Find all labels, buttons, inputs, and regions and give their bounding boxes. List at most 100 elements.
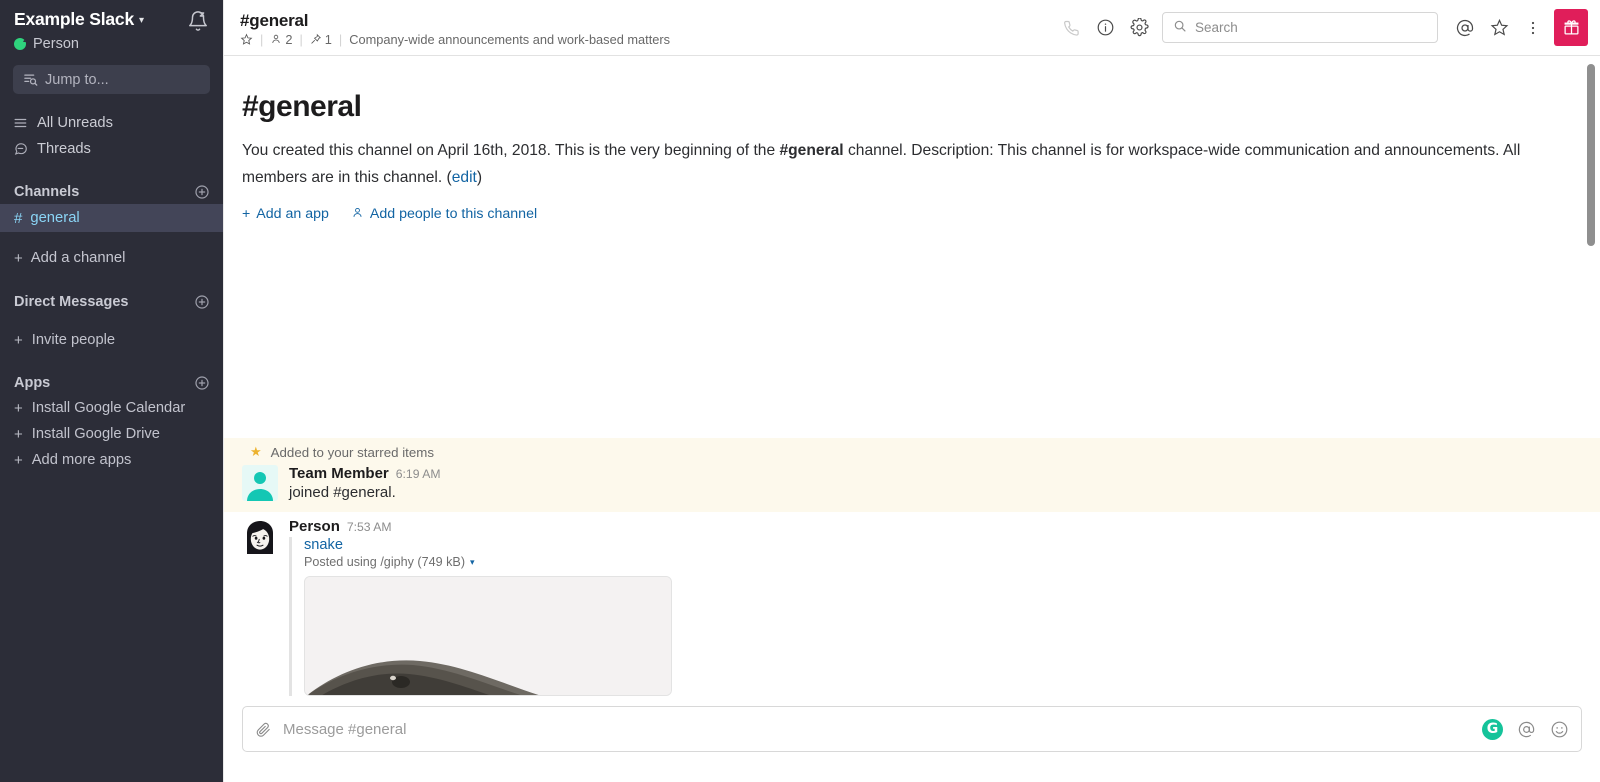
slack-app-window: Example Slack ▾ Person Ju: [0, 0, 1600, 782]
workspace-name: Example Slack: [14, 9, 134, 29]
attachment-title[interactable]: snake: [304, 537, 1580, 553]
add-an-app-button[interactable]: + Add an app: [242, 206, 329, 222]
apps-title: Apps: [14, 375, 51, 391]
sidebar-item-label: Threads: [37, 141, 91, 157]
channel-topbar: #general | 2 | 1 | Company-wide announce…: [224, 0, 1600, 56]
hash-icon: #: [14, 209, 23, 227]
sidebar-channel-general[interactable]: # general: [0, 204, 223, 232]
scrollbar-thumb[interactable]: [1587, 64, 1595, 246]
message-item[interactable]: Team Member 6:19 AM joined #general.: [224, 464, 1600, 504]
bell-snooze-icon[interactable]: [187, 10, 209, 32]
search-icon: [1173, 19, 1187, 36]
info-circle-icon[interactable]: [1088, 11, 1122, 45]
workspace-name-button[interactable]: Example Slack ▾: [14, 9, 144, 30]
channel-intro-text: You created this channel on April 16th, …: [242, 138, 1532, 192]
channel-title: #general: [240, 10, 309, 30]
message-input[interactable]: [273, 720, 1474, 738]
sidebar-invite-people[interactable]: + Invite people: [0, 327, 223, 353]
app-item-label: Add more apps: [31, 452, 132, 468]
add-an-app-label: Add an app: [256, 206, 329, 223]
message-timestamp: 6:19 AM: [395, 467, 441, 482]
channel-topic[interactable]: Company-wide announcements and work-base…: [349, 32, 670, 47]
search-input[interactable]: Search: [1162, 12, 1438, 43]
meta-divider: |: [260, 31, 264, 47]
message-body: Person 7:53 AM snake Posted using /giphy…: [289, 518, 1580, 696]
add-people-button[interactable]: Add people to this channel: [351, 206, 537, 223]
smiley-icon[interactable]: [1550, 720, 1569, 739]
at-icon[interactable]: [1448, 11, 1482, 45]
pin-icon: [311, 33, 321, 44]
meta-divider: |: [338, 31, 343, 47]
caret-down-icon[interactable]: ▾: [470, 557, 475, 568]
starred-notice: ★ Added to your starred items: [224, 444, 1600, 464]
plus-icon: +: [14, 249, 23, 267]
sidebar-add-channel[interactable]: + Add a channel: [0, 244, 223, 272]
person-add-icon: [351, 206, 364, 223]
current-user-name: Person: [33, 36, 79, 52]
edit-description-link[interactable]: edit: [452, 169, 477, 186]
message-author[interactable]: Person: [289, 518, 340, 535]
paperclip-icon[interactable]: [255, 721, 273, 738]
members-count: 2: [285, 31, 293, 47]
pinned-count-button[interactable]: 1: [310, 32, 332, 47]
attachment-image[interactable]: [304, 576, 672, 696]
message-header: Person 7:53 AM: [289, 518, 1580, 535]
channel-intro: #general You created this channel on Apr…: [224, 56, 1600, 223]
starred-notice-label: Added to your starred items: [270, 444, 434, 460]
message-item[interactable]: Person 7:53 AM snake Posted using /giphy…: [224, 512, 1600, 696]
phone-icon[interactable]: [1054, 11, 1088, 45]
chevron-down-icon: ▾: [138, 15, 145, 26]
message-composer[interactable]: G: [242, 706, 1582, 752]
channels-title: Channels: [14, 184, 80, 200]
starred-items-icon[interactable]: [1482, 11, 1516, 45]
avatar[interactable]: [242, 465, 278, 502]
app-item-label: Install Google Drive: [31, 426, 160, 442]
add-channel-label: Add a channel: [30, 250, 126, 266]
sidebar-add-more-apps[interactable]: + Add more apps: [0, 447, 223, 473]
composer-icons: G: [1474, 718, 1569, 740]
gear-icon[interactable]: [1122, 11, 1156, 45]
sidebar: Example Slack ▾ Person Ju: [0, 0, 223, 782]
search-placeholder: Search: [1195, 20, 1238, 35]
plus-circle-icon[interactable]: [194, 184, 210, 200]
message-author[interactable]: Team Member: [289, 465, 389, 482]
sidebar-item-label: All Unreads: [37, 115, 113, 131]
message-scrollbar[interactable]: [1587, 64, 1595, 684]
workspace-header[interactable]: Example Slack ▾: [0, 0, 223, 34]
dms-title: Direct Messages: [14, 294, 129, 310]
main-panel: #general | 2 | 1 | Company-wide announce…: [223, 0, 1600, 782]
sidebar-install-google-calendar[interactable]: + Install Google Calendar: [0, 395, 223, 421]
sidebar-install-google-drive[interactable]: + Install Google Drive: [0, 421, 223, 447]
current-user-row[interactable]: Person: [0, 34, 223, 52]
plus-circle-icon[interactable]: [194, 294, 210, 310]
message-list: #general You created this channel on Apr…: [224, 56, 1600, 696]
meta-divider: |: [299, 31, 303, 47]
app-item-label: Install Google Calendar: [31, 400, 186, 416]
sidebar-item-all-unreads[interactable]: All Unreads: [0, 110, 223, 136]
kebab-menu-icon[interactable]: [1516, 11, 1550, 45]
jump-to-search[interactable]: Jump to...: [13, 65, 210, 94]
jump-to-placeholder: Jump to...: [45, 71, 109, 88]
apps-section-header[interactable]: Apps: [0, 371, 223, 395]
starred-message-group: ★ Added to your starred items Team Membe…: [224, 438, 1600, 512]
members-count-button[interactable]: 2: [270, 32, 292, 47]
avatar[interactable]: [242, 518, 278, 554]
star-outline-icon: [240, 33, 253, 45]
gift-icon[interactable]: [1554, 9, 1588, 46]
channel-meta: | 2 | 1 | Company-wide announcements and…: [240, 32, 670, 47]
dms-section-header[interactable]: Direct Messages: [0, 290, 223, 314]
topbar-actions: Search: [1054, 9, 1588, 46]
grammarly-icon[interactable]: G: [1482, 718, 1503, 740]
intro-text-part-3: ): [476, 168, 483, 186]
message-header: Team Member 6:19 AM: [289, 465, 1580, 482]
plus-icon: +: [14, 399, 23, 417]
channels-section-header[interactable]: Channels: [0, 180, 223, 204]
channel-intro-heading: #general: [242, 90, 362, 123]
at-icon[interactable]: [1517, 720, 1536, 739]
unreads-icon: [14, 116, 28, 130]
plus-circle-icon[interactable]: [194, 375, 210, 391]
person-icon: [272, 34, 280, 44]
sidebar-item-threads[interactable]: Threads: [0, 136, 223, 162]
star-channel-button[interactable]: [240, 33, 253, 46]
intro-channel-mention: #general: [779, 142, 844, 159]
